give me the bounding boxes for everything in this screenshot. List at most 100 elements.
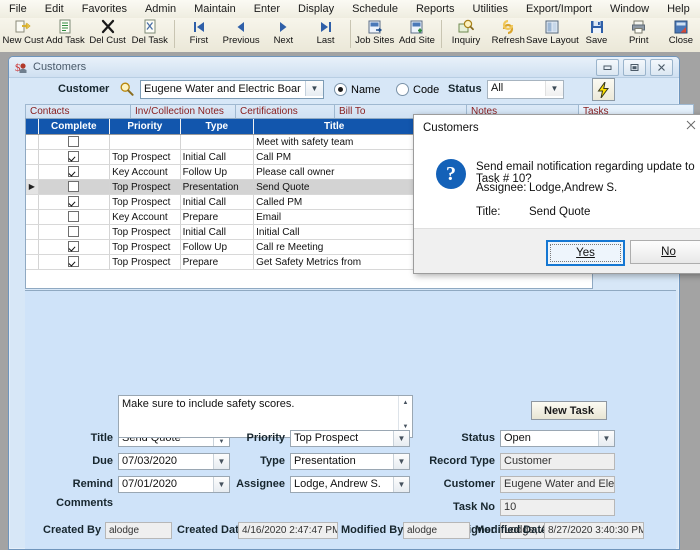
complete-checkbox[interactable] <box>68 181 80 193</box>
priority-field[interactable]: Top Prospect ▼ <box>290 430 410 447</box>
cell-priority[interactable]: Top Prospect <box>109 149 181 165</box>
toolbar-button-save[interactable]: Save <box>575 18 617 52</box>
menu-item-export-import[interactable]: Export/Import <box>517 1 601 17</box>
chevron-down-icon[interactable]: ▼ <box>545 81 563 96</box>
cell-title[interactable]: Meet with safety team <box>253 134 416 150</box>
radio-code-indicator[interactable] <box>396 83 409 96</box>
cell-priority[interactable]: Top Prospect <box>109 179 181 195</box>
complete-checkbox[interactable] <box>68 166 80 178</box>
cell-title[interactable]: Email <box>253 209 416 225</box>
cell-priority[interactable] <box>109 134 181 150</box>
cell-priority[interactable]: Top Prospect <box>109 254 181 270</box>
cell-type[interactable]: Follow Up <box>180 239 255 255</box>
cell-priority[interactable]: Key Account <box>109 209 181 225</box>
row-selector-cell[interactable]: ▶ <box>26 179 39 195</box>
chevron-down-icon[interactable]: ▼ <box>393 431 409 446</box>
cell-type[interactable]: Initial Call <box>180 149 255 165</box>
dialog-close-button[interactable] <box>686 119 696 133</box>
cell-title[interactable]: Call PM <box>253 149 416 165</box>
grid-col-priority[interactable]: Priority <box>109 119 181 135</box>
toolbar-button-save-layout[interactable]: Save Layout <box>526 18 579 52</box>
toolbar-button-next[interactable]: Next <box>262 18 304 52</box>
toolbar-button-inquiry[interactable]: Inquiry <box>445 18 487 52</box>
cell-complete[interactable] <box>38 149 111 165</box>
menu-item-enter[interactable]: Enter <box>245 1 289 17</box>
maximize-button[interactable] <box>623 59 646 76</box>
cell-priority[interactable]: Top Prospect <box>109 224 181 240</box>
customer-input[interactable] <box>141 81 301 96</box>
row-selector-cell[interactable] <box>26 149 39 165</box>
menu-item-file[interactable]: File <box>0 1 36 17</box>
cell-title[interactable]: Get Safety Metrics from <box>253 254 416 270</box>
cell-complete[interactable] <box>38 194 111 210</box>
cell-priority[interactable]: Top Prospect <box>109 239 181 255</box>
cell-complete[interactable] <box>38 209 111 225</box>
cell-type[interactable]: Follow Up <box>180 164 255 180</box>
cell-type[interactable] <box>180 134 255 150</box>
grid-col-title[interactable]: Title <box>253 119 416 135</box>
row-selector-cell[interactable] <box>26 224 39 240</box>
grid-col-complete[interactable]: Complete <box>38 119 111 135</box>
toolbar-button-new-cust[interactable]: New Cust <box>2 18 44 52</box>
menu-item-utilities[interactable]: Utilities <box>464 1 517 17</box>
cell-complete[interactable] <box>38 134 111 150</box>
menu-item-maintain[interactable]: Maintain <box>185 1 245 17</box>
cell-complete[interactable] <box>38 224 111 240</box>
toolbar-button-close[interactable]: Close <box>660 18 700 52</box>
radio-name[interactable]: Name <box>334 83 380 96</box>
cell-priority[interactable]: Top Prospect <box>109 194 181 210</box>
cell-title[interactable]: Send Quote <box>253 179 416 195</box>
radio-name-indicator[interactable] <box>334 83 347 96</box>
menu-item-favorites[interactable]: Favorites <box>73 1 136 17</box>
chevron-down-icon[interactable]: ▼ <box>305 81 323 96</box>
complete-checkbox[interactable] <box>68 136 80 148</box>
toolbar-button-job-sites[interactable]: Job Sites <box>354 18 396 52</box>
complete-checkbox[interactable] <box>68 226 80 238</box>
cell-type[interactable]: Initial Call <box>180 194 255 210</box>
menu-item-help[interactable]: Help <box>658 1 699 17</box>
no-button[interactable]: No <box>630 240 700 264</box>
toolbar-button-del-cust[interactable]: Del Cust <box>86 18 128 52</box>
menu-item-reports[interactable]: Reports <box>407 1 464 17</box>
cell-title[interactable]: Please call owner <box>253 164 416 180</box>
row-selector-cell[interactable] <box>26 209 39 225</box>
cell-complete[interactable] <box>38 254 111 270</box>
complete-checkbox[interactable] <box>68 256 80 268</box>
complete-checkbox[interactable] <box>68 241 80 253</box>
status-field[interactable]: Open ▼ <box>500 430 615 447</box>
complete-checkbox[interactable] <box>68 211 80 223</box>
status-filter-combobox[interactable]: All ▼ <box>487 80 564 99</box>
cell-type[interactable]: Prepare <box>180 254 255 270</box>
menu-item-schedule[interactable]: Schedule <box>343 1 407 17</box>
radio-code[interactable]: Code <box>396 83 439 96</box>
quick-action-button[interactable] <box>592 78 615 101</box>
cell-complete[interactable] <box>38 239 111 255</box>
row-selector-cell[interactable] <box>26 134 39 150</box>
row-selector-cell[interactable] <box>26 239 39 255</box>
toolbar-button-previous[interactable]: Previous <box>220 18 262 52</box>
menu-item-display[interactable]: Display <box>289 1 343 17</box>
complete-checkbox[interactable] <box>68 151 80 163</box>
complete-checkbox[interactable] <box>68 196 80 208</box>
menu-item-window[interactable]: Window <box>601 1 658 17</box>
cell-complete[interactable] <box>38 164 111 180</box>
toolbar-button-add-site[interactable]: Add Site <box>396 18 438 52</box>
cell-title[interactable]: Call re Meeting <box>253 239 416 255</box>
cell-type[interactable]: Presentation <box>180 179 255 195</box>
chevron-down-icon[interactable]: ▼ <box>598 431 614 446</box>
grid-col-type[interactable]: Type <box>180 119 255 135</box>
cell-type[interactable]: Initial Call <box>180 224 255 240</box>
cell-title[interactable]: Initial Call <box>253 224 416 240</box>
search-icon[interactable] <box>119 81 135 97</box>
menu-item-edit[interactable]: Edit <box>36 1 73 17</box>
row-selector-cell[interactable] <box>26 254 39 270</box>
customers-window-titlebar[interactable]: $ Customers <box>9 57 679 78</box>
menu-item-admin[interactable]: Admin <box>136 1 185 17</box>
toolbar-button-last[interactable]: Last <box>304 18 346 52</box>
toolbar-button-first[interactable]: First <box>178 18 220 52</box>
cell-complete[interactable] <box>38 179 111 195</box>
toolbar-button-refresh[interactable]: Refresh <box>487 18 529 52</box>
row-selector-cell[interactable] <box>26 164 39 180</box>
cell-priority[interactable]: Key Account <box>109 164 181 180</box>
close-window-button[interactable] <box>650 59 673 76</box>
